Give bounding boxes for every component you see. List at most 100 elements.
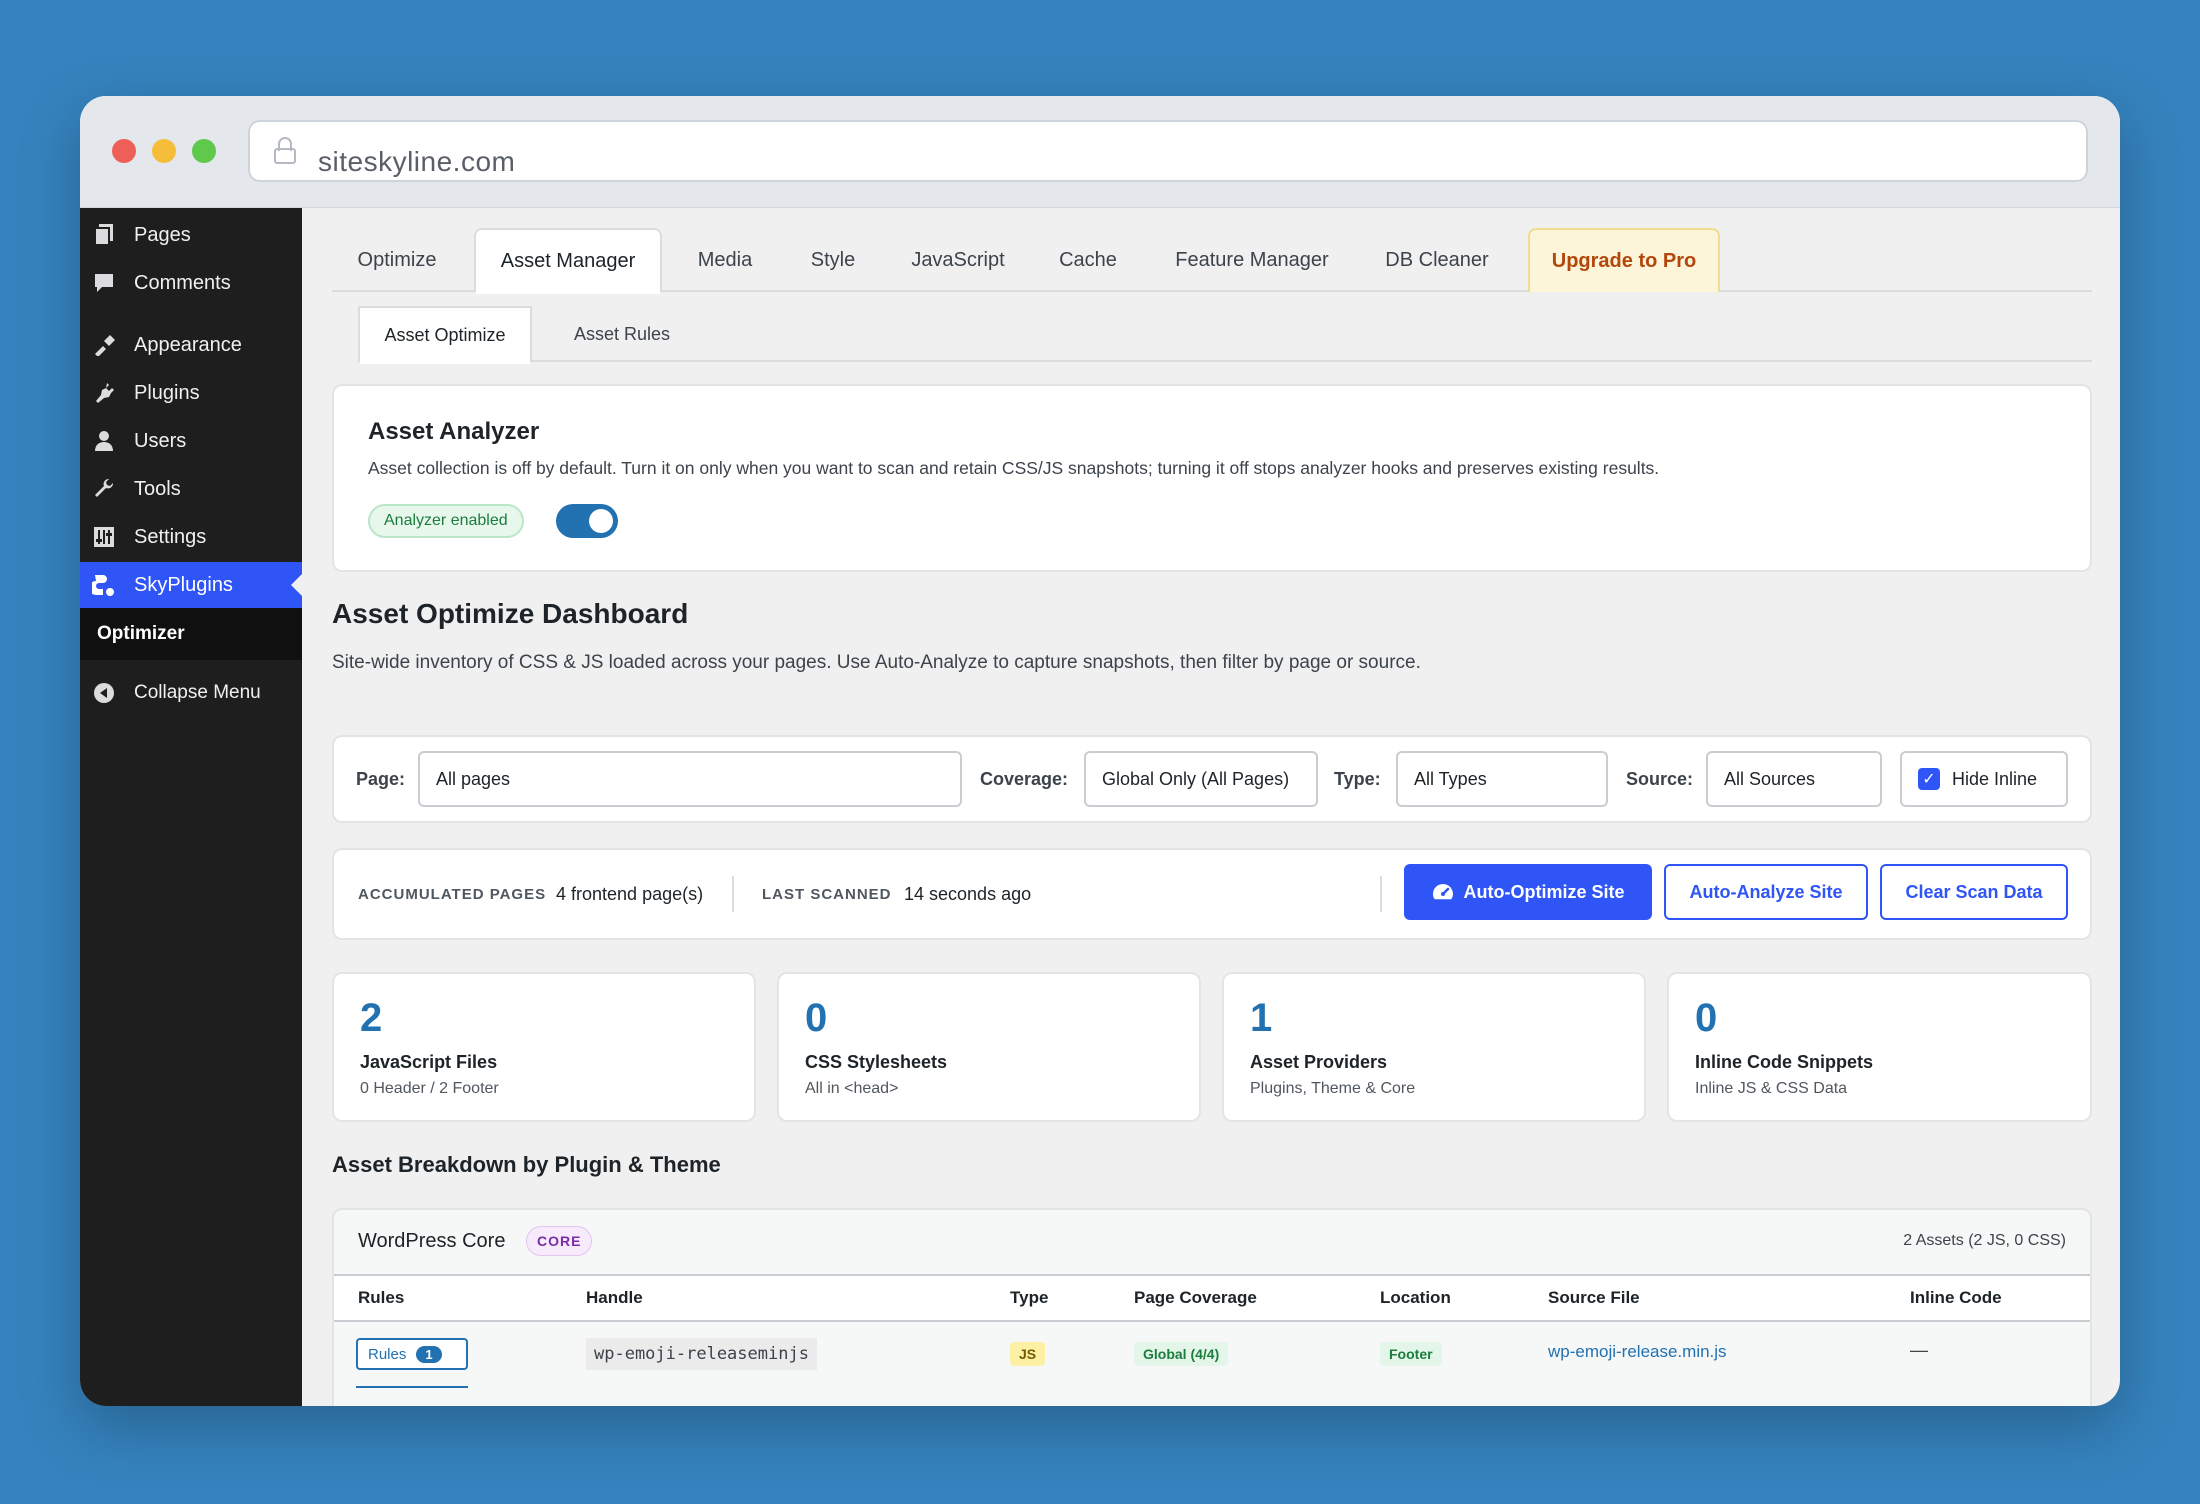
skyplugins-icon bbox=[92, 573, 116, 597]
stat-value: 0 bbox=[1695, 996, 1718, 1040]
rules-count-badge: 1 bbox=[416, 1345, 442, 1363]
stat-value: 2 bbox=[360, 996, 383, 1040]
column-header-rules[interactable]: Rules bbox=[358, 1288, 404, 1308]
tab-feature-manager[interactable]: Feature Manager bbox=[1150, 228, 1354, 292]
page-filter-label: Page: bbox=[356, 769, 406, 789]
tools-icon bbox=[92, 477, 116, 501]
sidebar-item-settings[interactable]: Settings bbox=[80, 514, 302, 560]
address-bar[interactable]: siteskyline.com bbox=[248, 120, 2088, 182]
sidebar-item-label: Appearance bbox=[134, 333, 242, 356]
settings-icon bbox=[92, 525, 116, 549]
sidebar-item-label: Pages bbox=[134, 223, 191, 246]
tab-media[interactable]: Media bbox=[670, 228, 780, 292]
location-badge: Footer bbox=[1380, 1342, 1442, 1366]
column-header-handle[interactable]: Handle bbox=[586, 1288, 643, 1308]
checkmark-icon: ✓ bbox=[1918, 768, 1940, 790]
minimize-window-button[interactable] bbox=[152, 139, 176, 163]
users-icon bbox=[92, 429, 116, 453]
sidebar-item-tools[interactable]: Tools bbox=[80, 466, 302, 512]
stat-sub: Plugins, Theme & Core bbox=[1250, 1080, 1416, 1097]
sub-tabs: Asset Optimize Asset Rules bbox=[358, 306, 2092, 364]
inline-code-value: — bbox=[1910, 1340, 1928, 1360]
maximize-window-button[interactable] bbox=[192, 139, 216, 163]
auto-optimize-label: Auto-Optimize Site bbox=[1463, 881, 1625, 902]
tab-javascript[interactable]: JavaScript bbox=[888, 228, 1028, 292]
asset-handle: wp-emoji-releaseminjs bbox=[586, 1338, 817, 1370]
dashboard-title: Asset Optimize Dashboard bbox=[332, 598, 689, 629]
hide-inline-checkbox[interactable]: ✓ Hide Inline bbox=[1900, 751, 2068, 807]
coverage-filter-select[interactable]: Global Only (All Pages) bbox=[1084, 751, 1318, 807]
tab-asset-manager[interactable]: Asset Manager bbox=[474, 228, 662, 294]
group-name: WordPress Core bbox=[358, 1230, 506, 1252]
column-header-type[interactable]: Type bbox=[1010, 1288, 1048, 1308]
asset-analyzer-card: Asset Analyzer Asset collection is off b… bbox=[332, 384, 2092, 572]
source-file-link[interactable]: wp-emoji-release.min.js bbox=[1548, 1342, 1727, 1362]
type-filter-select[interactable]: All Types bbox=[1396, 751, 1608, 807]
type-filter-label: Type: bbox=[1334, 769, 1381, 789]
stat-sub: Inline JS & CSS Data bbox=[1695, 1080, 1848, 1097]
column-header-coverage[interactable]: Page Coverage bbox=[1134, 1288, 1257, 1308]
stat-card-providers: 1 Asset Providers Plugins, Theme & Core bbox=[1222, 972, 1646, 1122]
auto-optimize-button[interactable]: Auto-Optimize Site bbox=[1404, 864, 1652, 920]
sidebar-item-users[interactable]: Users bbox=[80, 418, 302, 464]
column-header-inline[interactable]: Inline Code bbox=[1910, 1288, 2002, 1308]
breakdown-title: Asset Breakdown by Plugin & Theme bbox=[332, 1152, 721, 1177]
source-filter-select[interactable]: All Sources bbox=[1706, 751, 1882, 807]
type-badge: JS bbox=[1010, 1342, 1046, 1366]
divider bbox=[732, 876, 734, 912]
divider bbox=[1380, 876, 1382, 912]
tab-optimize[interactable]: Optimize bbox=[332, 228, 462, 292]
sidebar-submenu-optimizer[interactable]: Optimizer bbox=[80, 608, 302, 660]
rules-button[interactable]: Rules 1 bbox=[356, 1338, 468, 1370]
url-text: siteskyline.com bbox=[318, 146, 516, 177]
dashboard-description: Site-wide inventory of CSS & JS loaded a… bbox=[332, 652, 1421, 673]
browser-window: siteskyline.com Pages Comments Appearanc… bbox=[80, 96, 2120, 1406]
sidebar-item-plugins[interactable]: Plugins bbox=[80, 370, 302, 416]
accumulated-pages-label: ACCUMULATED PAGES bbox=[358, 886, 547, 903]
analyzer-title: Asset Analyzer bbox=[368, 418, 540, 445]
page-filter-select[interactable]: All pages bbox=[418, 751, 962, 807]
sidebar-item-pages[interactable]: Pages bbox=[80, 212, 302, 258]
tab-style[interactable]: Style bbox=[788, 228, 878, 292]
sidebar-item-label: Comments bbox=[134, 271, 231, 294]
stat-label: JavaScript Files bbox=[360, 1052, 498, 1072]
last-scanned-value: 14 seconds ago bbox=[904, 884, 1032, 904]
next-row-rules-button[interactable] bbox=[356, 1386, 468, 1390]
sidebar-item-label: Settings bbox=[134, 525, 207, 548]
tab-upgrade-to-pro[interactable]: Upgrade to Pro bbox=[1528, 228, 1720, 292]
sidebar-item-comments[interactable]: Comments bbox=[80, 260, 302, 306]
appearance-icon bbox=[92, 333, 116, 357]
collapse-menu-label: Collapse Menu bbox=[134, 682, 261, 703]
last-scanned-label: LAST SCANNED bbox=[762, 886, 892, 903]
stat-card-js: 2 JavaScript Files 0 Header / 2 Footer bbox=[332, 972, 756, 1122]
coverage-badge: Global (4/4) bbox=[1134, 1342, 1229, 1366]
scan-meta-bar: ACCUMULATED PAGES 4 frontend page(s) LAS… bbox=[332, 848, 2092, 940]
auto-analyze-button[interactable]: Auto-Analyze Site bbox=[1664, 864, 1868, 920]
admin-sidebar: Pages Comments Appearance Plugins Users bbox=[80, 208, 302, 1406]
subtab-asset-rules[interactable]: Asset Rules bbox=[542, 306, 702, 362]
column-header-source[interactable]: Source File bbox=[1548, 1288, 1640, 1308]
clear-scan-data-button[interactable]: Clear Scan Data bbox=[1880, 864, 2068, 920]
column-header-location[interactable]: Location bbox=[1380, 1288, 1451, 1308]
top-tabs: Optimize Asset Manager Media Style JavaS… bbox=[332, 228, 2092, 294]
tab-db-cleaner[interactable]: DB Cleaner bbox=[1362, 228, 1512, 292]
sidebar-item-label: SkyPlugins bbox=[134, 573, 233, 596]
subtab-asset-optimize[interactable]: Asset Optimize bbox=[358, 306, 532, 364]
coverage-filter-label: Coverage: bbox=[980, 769, 1069, 789]
tab-cache[interactable]: Cache bbox=[1038, 228, 1138, 292]
analyzer-toggle[interactable] bbox=[556, 504, 618, 538]
analyzer-description: Asset collection is off by default. Turn… bbox=[368, 458, 1660, 478]
stat-card-inline: 0 Inline Code Snippets Inline JS & CSS D… bbox=[1667, 972, 2092, 1122]
close-window-button[interactable] bbox=[112, 139, 136, 163]
analyzer-status-badge: Analyzer enabled bbox=[368, 504, 524, 538]
stat-label: CSS Stylesheets bbox=[805, 1052, 948, 1072]
plugins-icon bbox=[92, 381, 116, 405]
sidebar-item-skyplugins[interactable]: SkyPlugins bbox=[80, 562, 302, 608]
sidebar-item-appearance[interactable]: Appearance bbox=[80, 322, 302, 368]
main-content: Optimize Asset Manager Media Style JavaS… bbox=[302, 208, 2120, 1406]
collapse-menu-button[interactable]: Collapse Menu bbox=[80, 670, 302, 716]
group-asset-count: 2 Assets (2 JS, 0 CSS) bbox=[1903, 1232, 2066, 1249]
rules-label: Rules bbox=[368, 1345, 407, 1363]
stat-value: 0 bbox=[805, 996, 828, 1040]
collapse-icon bbox=[92, 681, 116, 705]
